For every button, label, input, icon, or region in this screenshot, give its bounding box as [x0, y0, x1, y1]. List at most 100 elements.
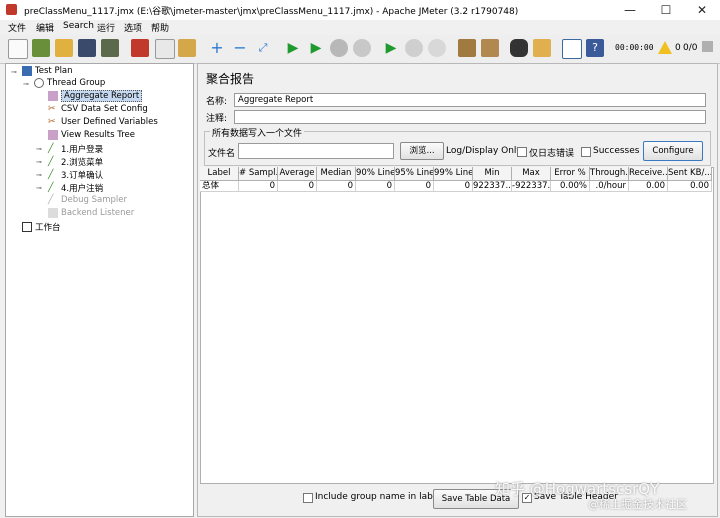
- table-cell[interactable]: 0.00%: [551, 181, 590, 192]
- table-cell[interactable]: 0: [356, 181, 395, 192]
- table-cell[interactable]: 0: [278, 181, 317, 192]
- expand-icon[interactable]: +: [208, 39, 226, 57]
- menu-help[interactable]: 帮助: [151, 21, 169, 34]
- clear-icon[interactable]: [458, 39, 476, 57]
- paste-icon[interactable]: [178, 39, 196, 57]
- binoculars-icon[interactable]: [510, 39, 528, 57]
- tree-node-debug-sampler[interactable]: ╱ Debug Sampler: [48, 195, 127, 207]
- column-header[interactable]: Sent KB/...: [668, 167, 712, 181]
- open-folder-icon[interactable]: [55, 39, 73, 57]
- new-icon[interactable]: [8, 39, 28, 59]
- table-cell[interactable]: 0.00: [668, 181, 712, 192]
- browse-button[interactable]: 浏览...: [400, 142, 444, 160]
- expand-toggle[interactable]: ⊸: [36, 171, 42, 179]
- start-no-pause-icon[interactable]: ▶: [307, 39, 325, 57]
- warning-count: 0: [675, 43, 681, 53]
- scissors-icon: ✂: [48, 104, 56, 114]
- menu-edit[interactable]: 编辑: [36, 21, 54, 34]
- configure-button[interactable]: Configure: [643, 141, 703, 161]
- column-header[interactable]: # Sampl...: [239, 167, 278, 181]
- table-cell[interactable]: 0: [239, 181, 278, 192]
- column-header[interactable]: 95% Line: [395, 167, 434, 181]
- table-cell[interactable]: 0: [434, 181, 473, 192]
- collapse-icon[interactable]: −: [231, 39, 249, 57]
- expand-toggle[interactable]: ⊸: [36, 184, 42, 192]
- clear-all-icon[interactable]: [481, 39, 499, 57]
- remote-start-icon[interactable]: ▶: [382, 39, 400, 57]
- close-button[interactable]: ✕: [684, 0, 720, 20]
- shutdown-icon[interactable]: [353, 39, 371, 57]
- function-helper-icon[interactable]: [562, 39, 582, 59]
- column-header[interactable]: Error %: [551, 167, 590, 181]
- save-icon[interactable]: [78, 39, 96, 57]
- workbench-icon: [22, 222, 32, 232]
- stop-icon[interactable]: [330, 39, 348, 57]
- pipette-icon: ╱: [48, 144, 54, 154]
- window-title: preClassMenu_1117.jmx (E:\谷歌\jmeter-mast…: [24, 7, 519, 17]
- table-cell[interactable]: -922337...: [512, 181, 551, 192]
- table-cell[interactable]: 总体: [200, 181, 239, 192]
- tree-node-order-confirm[interactable]: ╱ 3.订单确认: [48, 169, 103, 181]
- errors-only-checkbox[interactable]: [517, 147, 527, 157]
- chart-icon: [48, 91, 58, 101]
- tree-node-browse-menu[interactable]: ╱ 2.浏览菜单: [48, 156, 103, 168]
- tree-node-test-plan[interactable]: Test Plan: [22, 66, 73, 78]
- remote-shutdown-icon[interactable]: [428, 39, 446, 57]
- copy-icon[interactable]: [155, 39, 175, 59]
- warning-icon[interactable]: [658, 41, 672, 54]
- expand-toggle[interactable]: ⊸: [36, 158, 42, 166]
- tree-node-user-defined-variables[interactable]: ✂ User Defined Variables: [48, 117, 158, 129]
- tree-node-thread-group[interactable]: Thread Group: [34, 78, 105, 90]
- name-label: 名称:: [206, 97, 228, 107]
- column-header[interactable]: 99% Line: [434, 167, 473, 181]
- watermark-juejin: @稀土掘金技术社区: [588, 498, 687, 511]
- table-cell[interactable]: 0.00: [629, 181, 668, 192]
- column-header[interactable]: Receive...: [629, 167, 668, 181]
- results-table: [200, 167, 714, 484]
- templates-icon[interactable]: [32, 39, 50, 57]
- tree-node-aggregate-report[interactable]: Aggregate Report: [48, 90, 143, 103]
- column-header[interactable]: Through...: [590, 167, 629, 181]
- reset-search-icon[interactable]: [533, 39, 551, 57]
- cut-icon[interactable]: [131, 39, 149, 57]
- expand-toggle[interactable]: ⊸: [36, 145, 42, 153]
- column-header[interactable]: Max: [512, 167, 551, 181]
- toggle-icon[interactable]: ⤢: [254, 39, 272, 57]
- name-field[interactable]: Aggregate Report: [234, 93, 706, 107]
- column-header[interactable]: 90% Line: [356, 167, 395, 181]
- expand-toggle[interactable]: ⊸: [11, 68, 17, 76]
- panel-heading: 聚合报告: [206, 72, 255, 86]
- table-cell[interactable]: 0: [395, 181, 434, 192]
- successes-checkbox[interactable]: [581, 147, 591, 157]
- tree-node-csv-data-set[interactable]: ✂ CSV Data Set Config: [48, 104, 148, 116]
- menu-options[interactable]: 选项: [124, 21, 142, 34]
- include-group-checkbox[interactable]: [303, 493, 313, 503]
- tree-node-backend-listener[interactable]: Backend Listener: [48, 208, 134, 220]
- filename-field[interactable]: [238, 143, 394, 159]
- comment-label: 注释:: [206, 114, 228, 124]
- tree-node-view-results-tree[interactable]: View Results Tree: [48, 130, 135, 142]
- remote-stop-icon[interactable]: [405, 39, 423, 57]
- expand-toggle[interactable]: ⊸: [23, 80, 29, 88]
- maximize-button[interactable]: ☐: [648, 0, 684, 20]
- table-cell[interactable]: 0: [317, 181, 356, 192]
- save-as-icon[interactable]: [101, 39, 119, 57]
- column-header[interactable]: Label: [200, 167, 239, 181]
- minimize-button[interactable]: —: [612, 0, 648, 20]
- start-icon[interactable]: ▶: [284, 39, 302, 57]
- chart-icon: [48, 208, 58, 218]
- help-icon[interactable]: ?: [586, 39, 604, 57]
- table-cell[interactable]: 922337...: [473, 181, 512, 192]
- active-threads-ratio: 0/0: [683, 43, 698, 53]
- menu-file[interactable]: 文件: [8, 21, 26, 34]
- tree-node-workbench[interactable]: 工作台: [22, 221, 61, 233]
- table-cell[interactable]: .0/hour: [590, 181, 629, 192]
- column-header[interactable]: Median: [317, 167, 356, 181]
- column-header[interactable]: Min: [473, 167, 512, 181]
- comment-field[interactable]: [234, 110, 706, 124]
- tree-node-login[interactable]: ╱ 1.用户登录: [48, 143, 103, 155]
- column-header[interactable]: Average: [278, 167, 317, 181]
- menu-search[interactable]: Search: [63, 21, 94, 31]
- menu-run[interactable]: 运行: [97, 21, 115, 34]
- tree-node-logout[interactable]: ╱ 4.用户注销: [48, 182, 103, 194]
